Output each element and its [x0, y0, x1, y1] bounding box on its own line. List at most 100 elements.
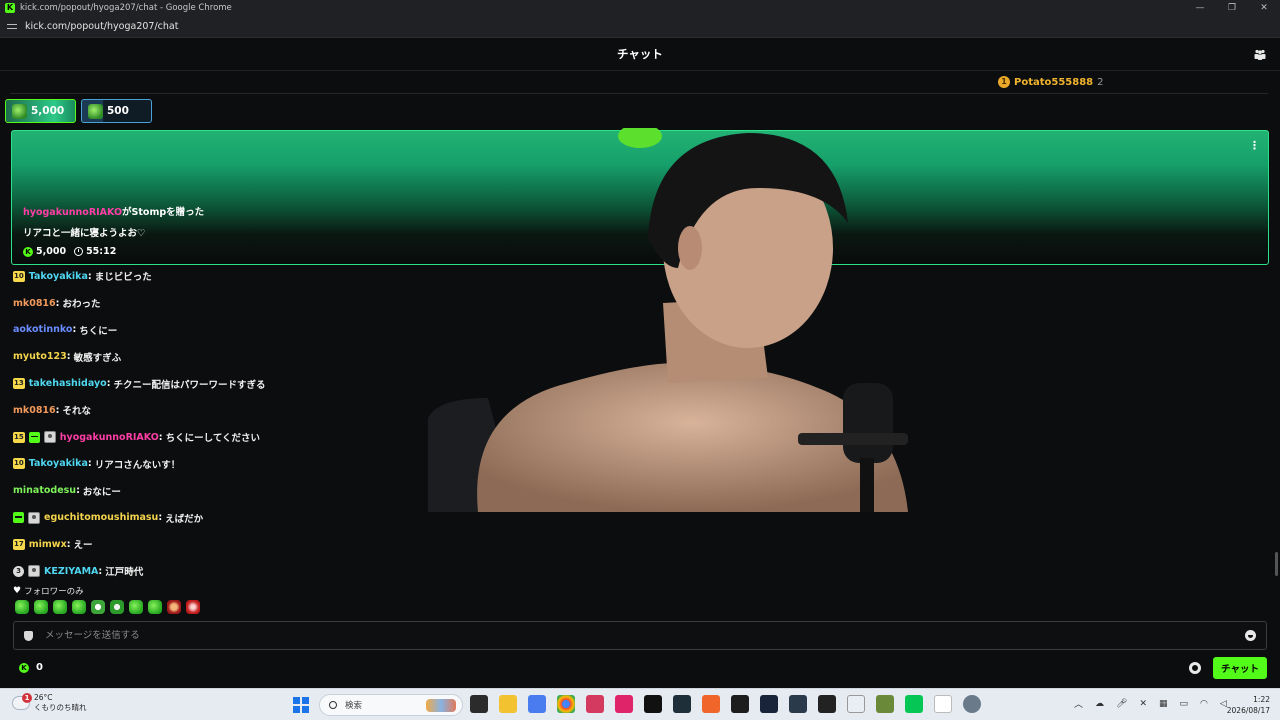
restore-icon[interactable]: ❐ [1216, 0, 1248, 16]
app-icon[interactable] [528, 695, 546, 713]
emote-icon[interactable] [34, 600, 48, 614]
separator: : [55, 404, 60, 416]
rank-badge: 3 [13, 565, 24, 577]
chat-message: 10 Takoyakika: まじビビった [13, 263, 1253, 290]
app-icon[interactable] [731, 695, 749, 713]
time: 1:22 [1253, 695, 1270, 704]
app-icon[interactable] [789, 695, 807, 713]
emote-icon[interactable] [129, 600, 143, 614]
steam-icon[interactable] [760, 695, 778, 713]
address-bar[interactable]: kick.com/popout/hyoga207/chat [0, 16, 1280, 38]
close-icon[interactable]: ✕ [1248, 0, 1280, 16]
shield-icon[interactable] [24, 630, 33, 641]
windows-start-icon[interactable] [293, 697, 309, 713]
tiktok-icon[interactable] [615, 695, 633, 713]
settings-icon[interactable] [963, 695, 981, 713]
emote-icon[interactable] [186, 600, 200, 614]
chevron-up-icon[interactable]: ︿ [1074, 697, 1083, 710]
separator: : [158, 512, 163, 524]
app-icon[interactable] [586, 695, 604, 713]
emote-icon[interactable] [91, 600, 105, 614]
separator: : [66, 538, 71, 550]
scrollbar-thumb[interactable] [1275, 552, 1278, 576]
subscriber-badge: 10 [13, 270, 25, 282]
chat-username[interactable]: KEZIYAMA [44, 566, 98, 577]
display-icon[interactable]: ▭ [1180, 699, 1189, 709]
minimize-icon[interactable]: — [1184, 0, 1216, 16]
chat-message: aokotinnko: ちくにー [13, 317, 1253, 344]
app-icon[interactable] [673, 695, 691, 713]
gift-pill-stomp[interactable]: 5,000 [5, 99, 76, 123]
line-icon[interactable] [905, 695, 923, 713]
top-gifter[interactable]: 1 Potato555888 2 [998, 74, 1104, 90]
emote-icon[interactable] [72, 600, 86, 614]
emoji-picker-icon[interactable] [1245, 630, 1256, 641]
emote-icon[interactable] [53, 600, 67, 614]
obs-icon[interactable] [818, 695, 836, 713]
taskbar-search[interactable]: 検索 [319, 694, 463, 716]
search-highlight-icon [426, 699, 456, 712]
gift-thumbnail-icon [88, 103, 103, 119]
minecraft-icon[interactable] [876, 695, 894, 713]
avatar-badge-icon [43, 431, 56, 444]
chat-message-input[interactable] [45, 630, 1195, 641]
app-icon[interactable] [847, 695, 865, 713]
chat-username[interactable]: myuto123 [13, 351, 67, 362]
emote-icon[interactable] [167, 600, 181, 614]
chat-username[interactable]: hyogakunnoRIAKO [60, 432, 159, 443]
emote-icon[interactable] [110, 600, 124, 614]
emote-icon[interactable] [15, 600, 29, 614]
app-tray-icon[interactable]: ▦ [1159, 699, 1168, 709]
notes-icon[interactable] [934, 695, 952, 713]
pinned-gift-card: ⋮ hyogakunnoRIAKOがStompを贈った リアコと一緒に寝ようよお… [11, 130, 1269, 265]
volume-icon[interactable]: ◁ [1220, 699, 1227, 709]
emote-icon[interactable] [148, 600, 162, 614]
windows-taskbar: 1 26°C くもりのち晴れ 検索 ︿ ☁ 🎤︎ ✕ ▦ ▭ ◠ ◁ 1:22 … [0, 688, 1280, 720]
chat-username[interactable]: minatodesu [13, 485, 76, 496]
gear-icon[interactable] [1189, 662, 1201, 674]
points-value: 0 [36, 662, 43, 673]
file-explorer-icon[interactable] [499, 695, 517, 713]
gift-timer: 55:12 [86, 246, 117, 257]
chat-username[interactable]: mimwx [29, 539, 67, 550]
chat-username[interactable]: Takoyakika [29, 458, 88, 469]
chat-input-box[interactable] [13, 621, 1267, 650]
microphone-icon[interactable]: 🎤︎ [1116, 699, 1127, 709]
weather-widget[interactable]: 1 26°C くもりのち晴れ [12, 693, 87, 713]
close-small-icon[interactable]: ✕ [1139, 699, 1147, 709]
more-options-icon[interactable]: ⋮ [1249, 139, 1260, 152]
chat-username[interactable]: mk0816 [13, 298, 56, 309]
cloud-sync-icon[interactable]: ☁ [1095, 699, 1104, 709]
url-text[interactable]: kick.com/popout/hyoga207/chat [25, 21, 178, 32]
followers-only-indicator: ♥ フォロワーのみ [13, 585, 84, 597]
gift-sender[interactable]: hyogakunnoRIAKO [23, 207, 122, 218]
search-icon [329, 701, 337, 709]
task-view-icon[interactable] [470, 695, 488, 713]
top-gifter-name[interactable]: Potato555888 [1014, 77, 1093, 88]
chat-username[interactable]: eguchitomoushimasu [44, 512, 158, 523]
chat-text: それな [62, 406, 91, 418]
chat-username[interactable]: takehashidayo [29, 378, 107, 389]
gift-pill-secondary[interactable]: 500 [81, 99, 152, 123]
users-icon[interactable] [1254, 49, 1266, 60]
emote-quick-bar [15, 600, 205, 614]
wifi-icon[interactable]: ◠ [1200, 699, 1208, 709]
kick-coin-icon: K [19, 662, 29, 673]
brave-icon[interactable] [702, 695, 720, 713]
gift-card-meta: K 5,000 55:12 [23, 246, 116, 257]
chat-username[interactable]: aokotinnko [13, 324, 72, 335]
terminal-icon[interactable] [644, 695, 662, 713]
weather-alert-badge: 1 [22, 693, 32, 703]
chat-username[interactable]: mk0816 [13, 405, 56, 416]
site-settings-icon[interactable] [7, 23, 17, 31]
chat-username[interactable]: Takoyakika [29, 271, 88, 282]
cloud-icon: 1 [12, 693, 32, 710]
subscriber-badge: 13 [13, 378, 25, 390]
send-chat-button[interactable]: チャット [1213, 657, 1267, 679]
channel-points[interactable]: K 0 [19, 662, 43, 673]
chrome-icon[interactable] [557, 695, 575, 713]
followers-only-label: フォロワーのみ [24, 587, 84, 597]
taskbar-clock[interactable]: 1:22 2026/08/17 [1227, 694, 1270, 716]
separator: : [87, 270, 92, 282]
separator: : [76, 485, 80, 497]
